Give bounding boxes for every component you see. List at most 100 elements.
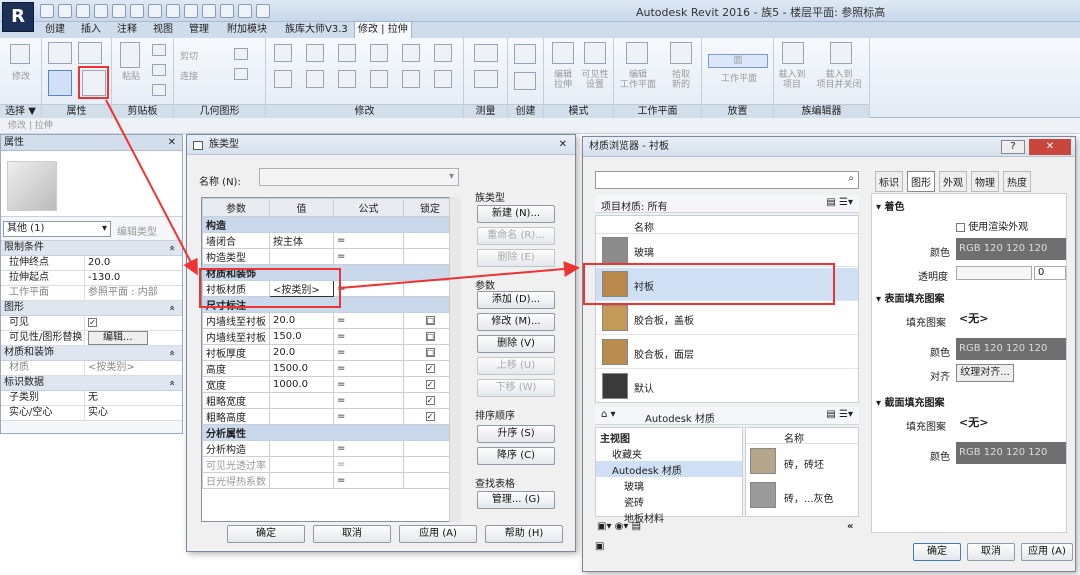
- cut-icon[interactable]: [152, 44, 166, 56]
- tree-glass[interactable]: 玻璃: [596, 477, 742, 493]
- extrusion-start-field[interactable]: -130.0: [85, 271, 182, 285]
- library-item[interactable]: 砖，砖坯: [784, 456, 824, 471]
- create-group-icon[interactable]: [514, 44, 536, 64]
- library-toolbar[interactable]: ▣▾ ◉▾ ▤: [597, 521, 641, 532]
- face-button[interactable]: 面: [708, 54, 768, 68]
- table-scrollbar[interactable]: [449, 197, 461, 522]
- cut-pattern-field[interactable]: <无>: [956, 412, 1066, 434]
- add-parameter-button[interactable]: 添加 (D)...: [477, 291, 555, 309]
- section-surface-pattern[interactable]: ▾ 表面填充图案: [876, 290, 945, 305]
- material-row[interactable]: 默认: [596, 370, 858, 402]
- apply-button[interactable]: 应用 (A): [1021, 543, 1073, 561]
- material-field[interactable]: <按类别>: [85, 361, 182, 375]
- material-browser-toggle-icon[interactable]: ▣: [595, 541, 604, 552]
- mirror-draw-icon[interactable]: [370, 44, 388, 62]
- close-windows-icon[interactable]: [238, 4, 252, 18]
- split-face-icon[interactable]: [234, 48, 248, 60]
- revit-logo-icon[interactable]: R: [2, 2, 34, 32]
- home-icon[interactable]: ⌂ ▾: [601, 409, 616, 420]
- visibility-settings-icon[interactable]: [584, 42, 606, 64]
- transparency-slider[interactable]: [956, 266, 1032, 280]
- ok-button[interactable]: 确定: [227, 525, 305, 543]
- split-icon[interactable]: [402, 44, 420, 62]
- family-category-icon[interactable]: [48, 42, 72, 64]
- load-into-project-close-icon[interactable]: [830, 42, 852, 64]
- paste-icon[interactable]: [120, 42, 140, 68]
- aligned-dimension-icon[interactable]: [474, 70, 498, 88]
- copy-icon[interactable]: [152, 64, 166, 76]
- tab-identity[interactable]: 标识: [875, 171, 903, 192]
- pick-new-label[interactable]: 拾取 新的: [664, 70, 698, 90]
- measure-distance-icon[interactable]: [474, 44, 498, 62]
- lock-checkbox[interactable]: □: [425, 331, 435, 341]
- cut-color-field[interactable]: RGB 120 120 120: [956, 442, 1066, 464]
- group-construction[interactable]: 构造: [202, 216, 457, 233]
- manage-lookup-button[interactable]: 管理... (G): [477, 491, 555, 509]
- offset-icon[interactable]: [306, 44, 324, 62]
- tab-view[interactable]: 视图: [150, 22, 176, 38]
- tab-addins[interactable]: 附加模块: [224, 22, 270, 38]
- pick-new-icon[interactable]: [670, 42, 692, 64]
- help-icon[interactable]: ?: [1001, 140, 1025, 154]
- thin-lines-icon[interactable]: [220, 4, 234, 18]
- lock-checkbox[interactable]: ✓: [425, 411, 435, 421]
- list-view-icon[interactable]: ▤ ☰▾: [826, 409, 853, 420]
- tree-autodesk-materials[interactable]: Autodesk 材质: [596, 461, 742, 477]
- print-icon[interactable]: [112, 4, 126, 18]
- modify-cursor-icon[interactable]: [10, 44, 30, 64]
- close-icon[interactable]: ✕: [168, 135, 176, 150]
- tree-tile[interactable]: 瓷砖: [596, 493, 742, 509]
- dimension-icon[interactable]: [148, 4, 162, 18]
- texture-align-button[interactable]: 纹理对齐...: [956, 364, 1014, 382]
- tab-insert[interactable]: 插入: [78, 22, 104, 38]
- close-icon[interactable]: ✕: [1029, 139, 1071, 155]
- family-parameters-icon[interactable]: [78, 42, 102, 64]
- tree-home[interactable]: 主视图: [596, 428, 742, 445]
- tab-modify-extrusion[interactable]: 修改 | 拉伸: [354, 21, 412, 38]
- delete-icon[interactable]: [434, 70, 452, 88]
- delete-parameter-button[interactable]: 删除 (V): [477, 335, 555, 353]
- delete-type-button[interactable]: 删除 (E): [477, 249, 555, 267]
- load-close-label[interactable]: 载入到 项目并关闭: [810, 70, 868, 90]
- material-row[interactable]: 胶合板，面层: [596, 336, 858, 369]
- shading-color-field[interactable]: RGB 120 120 120: [956, 238, 1066, 260]
- panel-label-select[interactable]: 选择 ▼: [0, 104, 41, 118]
- cancel-button[interactable]: 取消: [313, 525, 391, 543]
- redo-icon[interactable]: [94, 4, 108, 18]
- transparency-input[interactable]: 0: [1034, 266, 1066, 280]
- edit-type-button[interactable]: 编辑类型: [117, 223, 157, 238]
- material-row[interactable]: 胶合板，盖板: [596, 302, 858, 335]
- tab-manage[interactable]: 管理: [186, 22, 212, 38]
- solid-void-field[interactable]: 实心: [85, 406, 182, 420]
- group-graphics[interactable]: 图形: [1, 301, 182, 316]
- sort-descending-button[interactable]: 降序 (C): [477, 447, 555, 465]
- visible-checkbox[interactable]: ✓: [88, 317, 97, 327]
- tab-appearance[interactable]: 外观: [939, 171, 967, 192]
- type-selector[interactable]: 其他 (1) ▾: [3, 221, 111, 237]
- ok-button[interactable]: 确定: [913, 543, 961, 561]
- use-render-checkbox[interactable]: [956, 222, 965, 232]
- save-icon[interactable]: [58, 4, 72, 18]
- lib-name-header[interactable]: 名称: [784, 430, 804, 445]
- paint-icon[interactable]: [234, 68, 248, 80]
- mirror-icon[interactable]: [338, 44, 356, 62]
- array-icon[interactable]: [402, 70, 420, 88]
- 3d-view-icon[interactable]: [184, 4, 198, 18]
- library-selector[interactable]: Autodesk 材质: [645, 410, 715, 425]
- copy-element-icon[interactable]: [306, 70, 324, 88]
- join-geometry-label[interactable]: 连接: [180, 72, 226, 82]
- group-materials[interactable]: 材质和装饰: [1, 346, 182, 361]
- sort-ascending-button[interactable]: 升序 (S): [477, 425, 555, 443]
- tab-thermal[interactable]: 热度: [1003, 171, 1031, 192]
- lock-checkbox[interactable]: □: [425, 315, 435, 325]
- apply-button[interactable]: 应用 (A): [399, 525, 477, 543]
- workplane-button[interactable]: 工作平面: [708, 74, 770, 84]
- help-button[interactable]: 帮助 (H): [485, 525, 563, 543]
- move-icon[interactable]: [274, 70, 292, 88]
- new-type-button[interactable]: 新建 (N)...: [477, 205, 555, 223]
- move-up-button[interactable]: 上移 (U): [477, 357, 555, 375]
- section-cut-pattern[interactable]: ▾ 截面填充图案: [876, 394, 945, 409]
- visibility-settings-label[interactable]: 可见性 设置: [578, 70, 612, 90]
- align-icon[interactable]: [274, 44, 292, 62]
- tab-annotate[interactable]: 注释: [114, 22, 140, 38]
